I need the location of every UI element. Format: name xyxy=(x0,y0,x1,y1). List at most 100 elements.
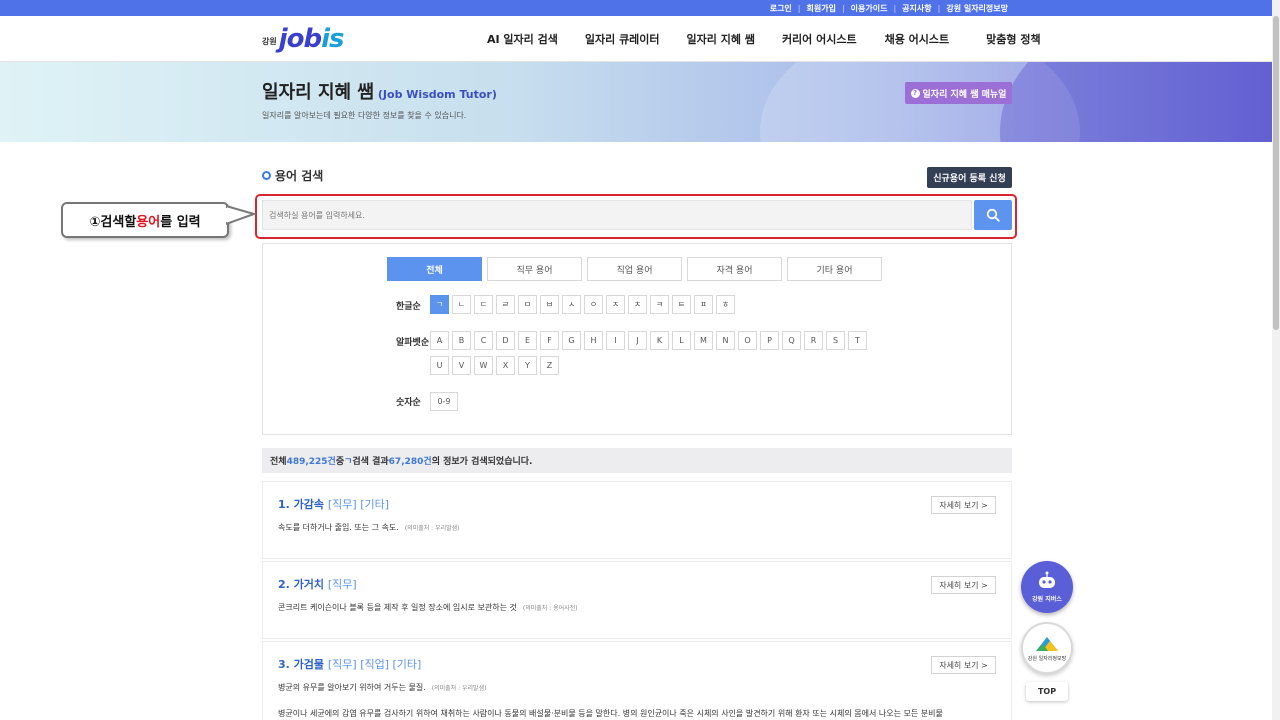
help-icon: ? xyxy=(910,88,920,98)
hangul-filter-key[interactable]: ㄷ xyxy=(474,295,493,314)
alpha-filter-key[interactable]: I xyxy=(606,331,625,350)
term-description: 콘크리트 케이슨이나 블록 등을 제작 후 일정 장소에 임시로 보관하는 것(… xyxy=(278,603,578,612)
alpha-filter-key[interactable]: H xyxy=(584,331,603,350)
term-title[interactable]: 3. 가검물 [직무] [직업] [기타] xyxy=(278,656,421,672)
search-button[interactable] xyxy=(974,200,1012,230)
alpha-filter-key[interactable]: T xyxy=(848,331,867,350)
alpha-filter-keys: ABCDEFGHIJKLMNOPQRST UVWXYZ xyxy=(430,331,880,381)
alpha-filter-label: 알파벳순 xyxy=(396,338,430,348)
alpha-filter-key[interactable]: O xyxy=(738,331,757,350)
tab-all[interactable]: 전체 xyxy=(387,257,482,281)
hangul-filter-key[interactable]: ㄱ xyxy=(430,295,449,314)
alpha-filter-key[interactable]: R xyxy=(804,331,823,350)
hangul-filter-key[interactable]: ㄴ xyxy=(452,295,471,314)
hangul-filter-key[interactable]: ㅍ xyxy=(694,295,713,314)
alpha-filter-key[interactable]: M xyxy=(694,331,713,350)
hangul-filter-key[interactable]: ㅊ xyxy=(628,295,647,314)
term-description: 속도를 더하거나 줄임. 또는 그 속도. (의미출처 : 우리말샘) xyxy=(278,523,460,532)
alpha-filter-key[interactable]: X xyxy=(496,356,515,375)
tab-occupation-terms[interactable]: 직업 용어 xyxy=(587,257,682,281)
number-filter-key[interactable]: 0-9 xyxy=(430,392,458,411)
alpha-filter-key[interactable]: E xyxy=(518,331,537,350)
term-title[interactable]: 2. 가거치 [직무] xyxy=(278,576,357,592)
alpha-filter-key[interactable]: B xyxy=(452,331,471,350)
nav-hiring-assist[interactable]: 채용 어시스트 xyxy=(885,31,950,47)
category-tabs: 전체 직무 용어 직업 용어 자격 용어 기타 용어 xyxy=(387,257,887,281)
search-icon xyxy=(262,171,271,180)
hangul-filter-key[interactable]: ㅇ xyxy=(584,295,603,314)
search-input[interactable] xyxy=(262,200,972,230)
alpha-filter-key[interactable]: Z xyxy=(540,356,559,375)
alpha-filter-key[interactable]: U xyxy=(430,356,449,375)
list-item: 3. 가검물 [직무] [직업] [기타] 병균의 유무를 알아보기 위하여 거… xyxy=(262,641,1012,720)
number-filter-label: 숫자순 xyxy=(396,398,421,408)
term-title[interactable]: 1. 가감속 [직무] [기타] xyxy=(278,496,389,512)
alpha-filter-key[interactable]: N xyxy=(716,331,735,350)
alpha-filter-key[interactable]: V xyxy=(452,356,471,375)
hangul-filter-key[interactable]: ㅅ xyxy=(562,295,581,314)
alpha-filter-key[interactable]: J xyxy=(628,331,647,350)
search-section-title: 용어 검색 xyxy=(262,167,323,184)
top-utility-bar: 로그인 | 회원가입 | 이용가이드 | 공지사항 | 강원 일자리정보망 xyxy=(0,0,1272,16)
hangul-filter-key[interactable]: ㅌ xyxy=(672,295,691,314)
gangwon-job-link[interactable]: 강원 일자리정보망 xyxy=(946,3,1008,14)
hangul-filter-key[interactable]: ㅈ xyxy=(606,295,625,314)
detail-button[interactable]: 자세히 보기 > xyxy=(931,496,996,514)
hangul-filter-keys: ㄱㄴㄷㄹㅁㅂㅅㅇㅈㅊㅋㅌㅍㅎ xyxy=(430,295,890,320)
guide-link[interactable]: 이용가이드 xyxy=(851,3,888,14)
alpha-filter-key[interactable]: Y xyxy=(518,356,537,375)
alpha-filter-key[interactable]: C xyxy=(474,331,493,350)
number-filter-keys: 0-9 xyxy=(430,392,890,417)
alpha-filter-key[interactable]: W xyxy=(474,356,493,375)
alpha-filter-key[interactable]: F xyxy=(540,331,559,350)
search-icon xyxy=(986,208,1000,222)
alpha-filter-key[interactable]: L xyxy=(672,331,691,350)
hangul-filter-label: 한글순 xyxy=(396,302,421,312)
detail-button[interactable]: 자세히 보기 > xyxy=(931,656,996,674)
nav-career-assist[interactable]: 커리어 어시스트 xyxy=(782,31,857,47)
hangul-filter-key[interactable]: ㅂ xyxy=(540,295,559,314)
new-term-request-button[interactable]: 신규용어 등록 신청 xyxy=(927,167,1012,188)
alpha-filter-key[interactable]: G xyxy=(562,331,581,350)
hangul-filter-key[interactable]: ㅋ xyxy=(650,295,669,314)
alpha-filter-key[interactable]: S xyxy=(826,331,845,350)
page-title: 일자리 지혜 쌤 (Job Wisdom Tutor) xyxy=(262,82,497,103)
alpha-filter-key[interactable]: D xyxy=(496,331,515,350)
nav-custom-policy[interactable]: 맞춤형 정책 xyxy=(986,31,1040,47)
header: 강원 jobis AI 일자리 검색 일자리 큐레이터 일자리 지혜 쌤 커리어… xyxy=(0,16,1272,62)
chatbot-button[interactable]: 강원 지버스 xyxy=(1021,561,1073,613)
tab-job-duty-terms[interactable]: 직무 용어 xyxy=(487,257,582,281)
detail-button[interactable]: 자세히 보기 > xyxy=(931,576,996,594)
login-link[interactable]: 로그인 xyxy=(770,3,792,14)
term-description: 병균의 유무를 알아보기 위하여 거두는 물질. (의미출처 : 우리말샘) xyxy=(278,683,487,692)
hangul-filter-key[interactable]: ㅎ xyxy=(716,295,735,314)
notice-link[interactable]: 공지사항 xyxy=(902,3,931,14)
alpha-filter-key[interactable]: Q xyxy=(782,331,801,350)
nav-job-wisdom-tutor[interactable]: 일자리 지혜 쌤 xyxy=(687,31,755,47)
nav-ai-job-search[interactable]: AI 일자리 검색 xyxy=(487,31,558,47)
gangwon-job-badge[interactable]: 강원 일자리정보망 xyxy=(1021,622,1073,674)
alpha-filter-key[interactable]: P xyxy=(760,331,779,350)
logo-region: 강원 xyxy=(262,36,277,46)
main-nav: AI 일자리 검색 일자리 큐레이터 일자리 지혜 쌤 커리어 어시스트 채용 … xyxy=(487,16,1041,62)
tab-other-terms[interactable]: 기타 용어 xyxy=(787,257,882,281)
signup-link[interactable]: 회원가입 xyxy=(807,3,836,14)
callout-arrow-icon xyxy=(226,204,258,226)
tab-license-terms[interactable]: 자격 용어 xyxy=(687,257,782,281)
alpha-filter-key[interactable]: K xyxy=(650,331,669,350)
logo[interactable]: 강원 jobis xyxy=(262,24,345,54)
result-summary: 전체 489,225건 중 ㄱ 검색 결과 67,280건 의 정보가 검색되었습… xyxy=(262,448,1012,473)
page-subtitle: 일자리를 알아보는데 필요한 다양한 정보를 찾을 수 있습니다. xyxy=(262,111,467,120)
logo-text: jobis xyxy=(278,24,345,54)
alpha-filter-key[interactable]: A xyxy=(430,331,449,350)
scrollbar-thumb[interactable] xyxy=(1273,16,1279,330)
manual-button[interactable]: ? 일자리 지혜 쌤 매뉴얼 xyxy=(905,82,1012,104)
hangul-filter-key[interactable]: ㅁ xyxy=(518,295,537,314)
page-title-en: (Job Wisdom Tutor) xyxy=(377,88,497,101)
robot-icon xyxy=(1039,571,1055,588)
hero-banner: 일자리 지혜 쌤 (Job Wisdom Tutor) 일자리를 알아보는데 필요… xyxy=(0,62,1272,142)
scroll-top-button[interactable]: TOP xyxy=(1026,682,1068,701)
hangul-filter-key[interactable]: ㄹ xyxy=(496,295,515,314)
nav-job-curator[interactable]: 일자리 큐레이터 xyxy=(585,31,660,47)
page-scrollbar[interactable] xyxy=(1272,0,1280,720)
